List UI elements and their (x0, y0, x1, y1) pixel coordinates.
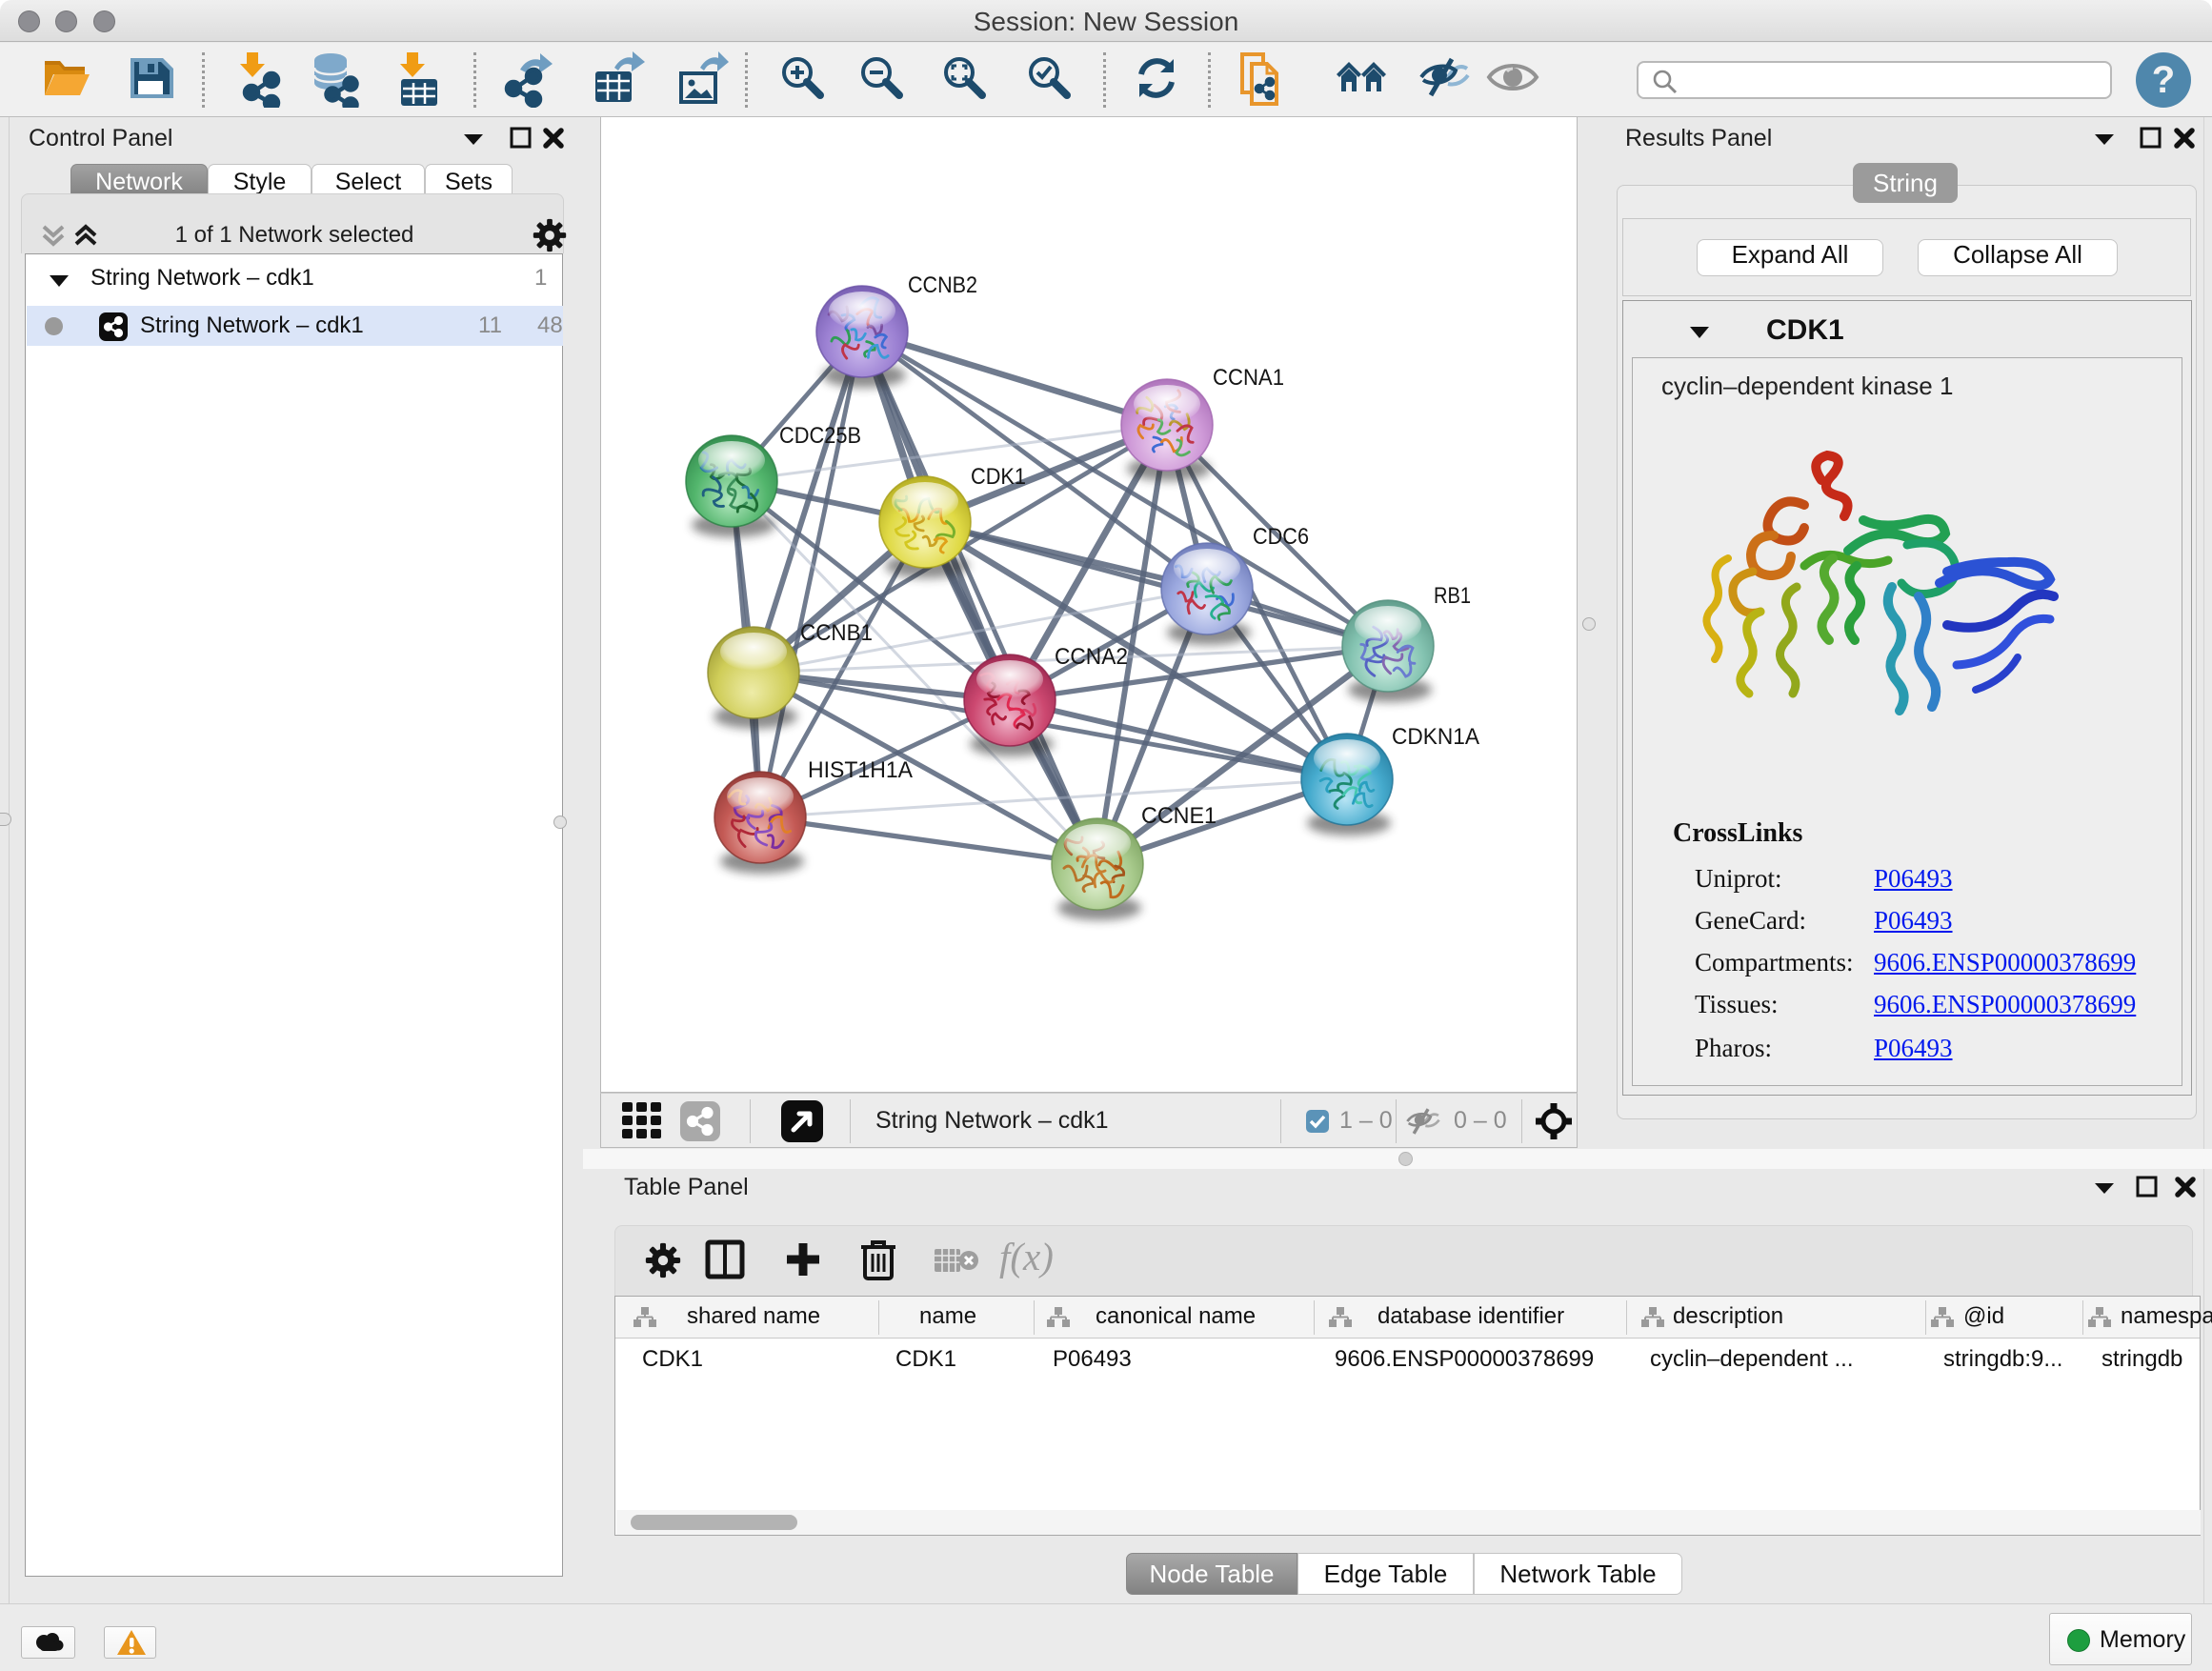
svg-text:CDKN1A: CDKN1A (1392, 724, 1479, 750)
svg-text:CCNB1: CCNB1 (800, 620, 873, 646)
svg-text:?: ? (2152, 59, 2175, 101)
svg-text:CCNA2: CCNA2 (1055, 644, 1128, 670)
svg-text:CCNB2: CCNB2 (908, 272, 977, 298)
svg-text:CDC6: CDC6 (1253, 524, 1309, 550)
svg-text:CDK1: CDK1 (971, 464, 1026, 490)
svg-text:RB1: RB1 (1434, 583, 1471, 609)
svg-text:CDC25B: CDC25B (779, 423, 861, 449)
svg-text:CCNE1: CCNE1 (1141, 803, 1217, 829)
svg-text:HIST1H1A: HIST1H1A (808, 757, 913, 783)
svg-text:CCNA1: CCNA1 (1213, 365, 1284, 391)
